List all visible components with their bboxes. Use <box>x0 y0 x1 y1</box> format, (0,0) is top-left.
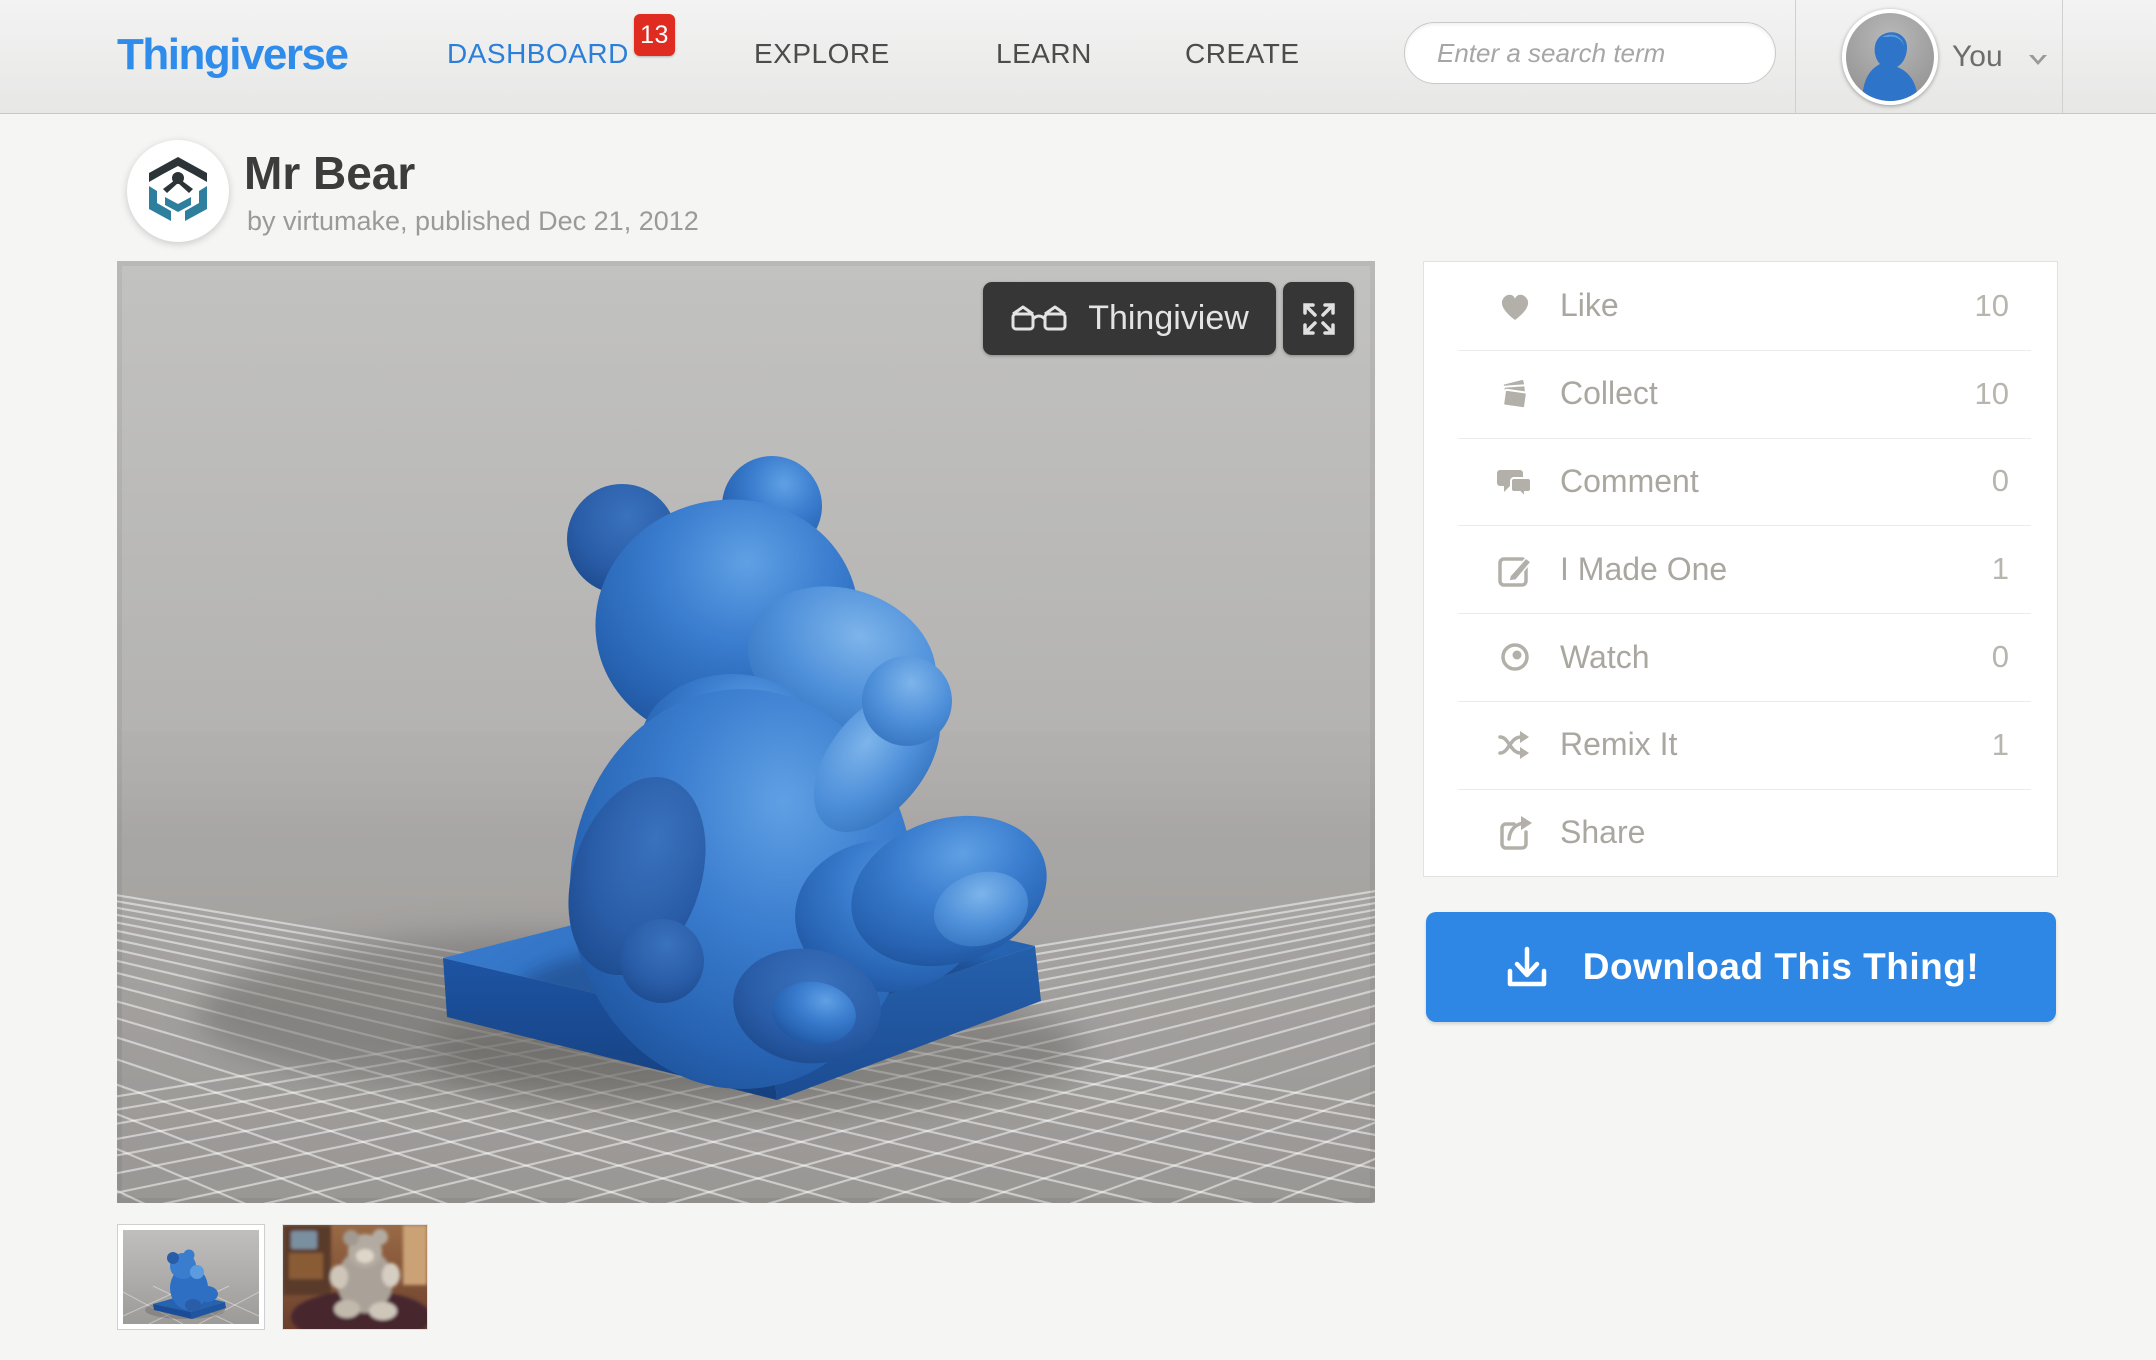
header-divider <box>1795 0 1796 113</box>
search-box[interactable] <box>1404 22 1776 84</box>
row-divider <box>1458 788 2031 790</box>
header-divider <box>2062 0 2063 113</box>
remix-row[interactable]: Remix It 1 <box>1424 700 2057 789</box>
watch-count: 0 <box>1991 639 2009 675</box>
watch-row[interactable]: Watch 0 <box>1424 613 2057 701</box>
site-header: Thingiverse DASHBOARD 13 EXPLORE LEARN C… <box>0 0 2156 114</box>
collect-row[interactable]: Collect 10 <box>1424 349 2057 438</box>
heart-icon <box>1496 286 1536 326</box>
comment-count: 0 <box>1991 463 2009 499</box>
made-one-count: 1 <box>1991 551 2009 587</box>
thumbnail-render[interactable] <box>117 1224 265 1330</box>
row-divider <box>1458 437 2031 439</box>
chevron-down-icon[interactable] <box>2026 52 2050 68</box>
action-sidebar: Like 10 Collect 10 Comment 0 I Made One … <box>1423 261 2058 877</box>
like-count: 10 <box>1974 287 2009 323</box>
remix-icon <box>1496 725 1536 765</box>
virtumake-logo-icon <box>149 157 207 221</box>
collect-icon <box>1496 374 1536 414</box>
row-divider <box>1458 613 2031 615</box>
bear-render <box>117 261 1375 1203</box>
row-divider <box>1458 525 2031 527</box>
share-icon <box>1496 813 1536 853</box>
nav-explore[interactable]: EXPLORE <box>754 38 890 70</box>
thumbnail-render-image <box>123 1230 259 1324</box>
user-avatar[interactable] <box>1842 9 1938 105</box>
user-menu[interactable]: You <box>1952 40 2003 74</box>
row-divider <box>1458 349 2031 351</box>
avatar-bust-image <box>1862 32 1918 101</box>
3d-glasses-icon <box>1011 305 1067 330</box>
comment-row[interactable]: Comment 0 <box>1424 437 2057 526</box>
nav-learn[interactable]: LEARN <box>996 38 1092 70</box>
3d-viewport[interactable]: Thingiview <box>117 261 1375 1203</box>
nav-create[interactable]: CREATE <box>1185 38 1300 70</box>
thumbnail-photo[interactable] <box>282 1224 428 1330</box>
expand-icon <box>1302 302 1335 335</box>
fullscreen-button[interactable] <box>1283 282 1354 355</box>
thingiview-button[interactable]: Thingiview <box>983 282 1276 355</box>
notification-badge[interactable]: 13 <box>634 14 675 56</box>
thingiverse-logo[interactable]: Thingiverse <box>117 30 349 80</box>
download-icon <box>1507 946 1547 987</box>
made-one-icon <box>1496 549 1536 589</box>
remix-count: 1 <box>1991 726 2009 762</box>
byline: by virtumake, published Dec 21, 2012 <box>247 206 699 236</box>
comment-icon <box>1496 461 1536 501</box>
share-row[interactable]: Share <box>1424 788 2057 877</box>
row-divider <box>1458 700 2031 702</box>
collect-count: 10 <box>1974 375 2009 411</box>
creator-avatar[interactable] <box>127 140 229 242</box>
download-button[interactable]: Download This Thing! <box>1426 912 2056 1022</box>
thingiverse-page: Thingiverse DASHBOARD 13 EXPLORE LEARN C… <box>0 0 2156 1360</box>
thumbnail-photo-image <box>283 1225 427 1329</box>
watch-icon <box>1496 637 1536 677</box>
nav-dashboard[interactable]: DASHBOARD 13 <box>447 14 675 70</box>
page-title: Mr Bear <box>244 147 416 199</box>
thingiview-label: Thingiview <box>1088 299 1249 337</box>
made-one-row[interactable]: I Made One 1 <box>1424 525 2057 613</box>
search-input[interactable] <box>1437 37 1776 69</box>
like-row[interactable]: Like 10 <box>1424 262 2057 350</box>
